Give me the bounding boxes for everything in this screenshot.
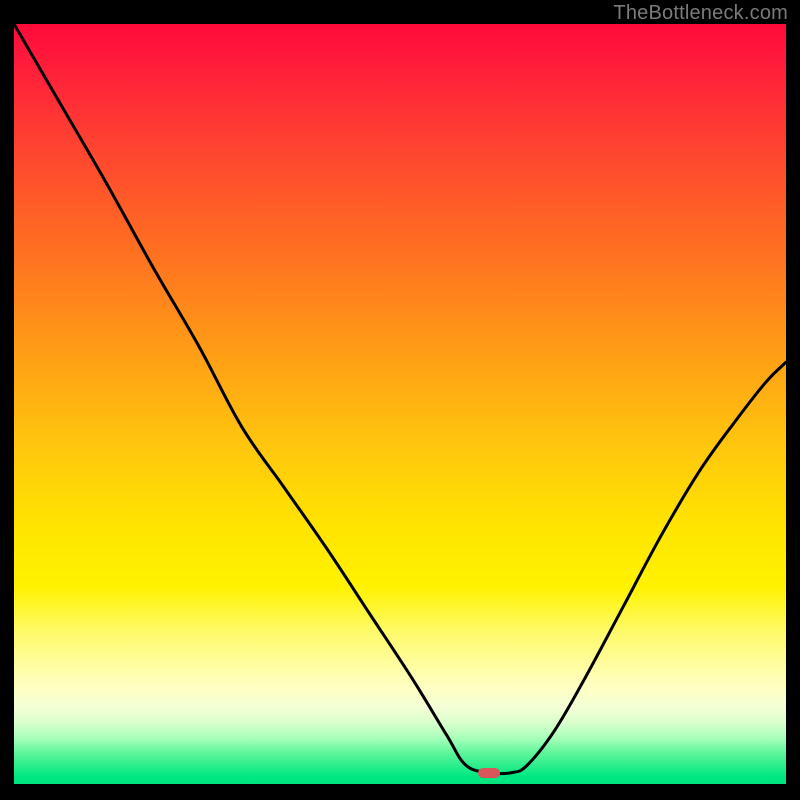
bottleneck-curve-path <box>14 24 786 774</box>
watermark-text: TheBottleneck.com <box>613 2 788 25</box>
minimum-marker <box>478 768 500 778</box>
plot-area <box>14 24 786 784</box>
chart-frame: TheBottleneck.com <box>0 0 800 800</box>
curve-svg <box>14 24 786 784</box>
